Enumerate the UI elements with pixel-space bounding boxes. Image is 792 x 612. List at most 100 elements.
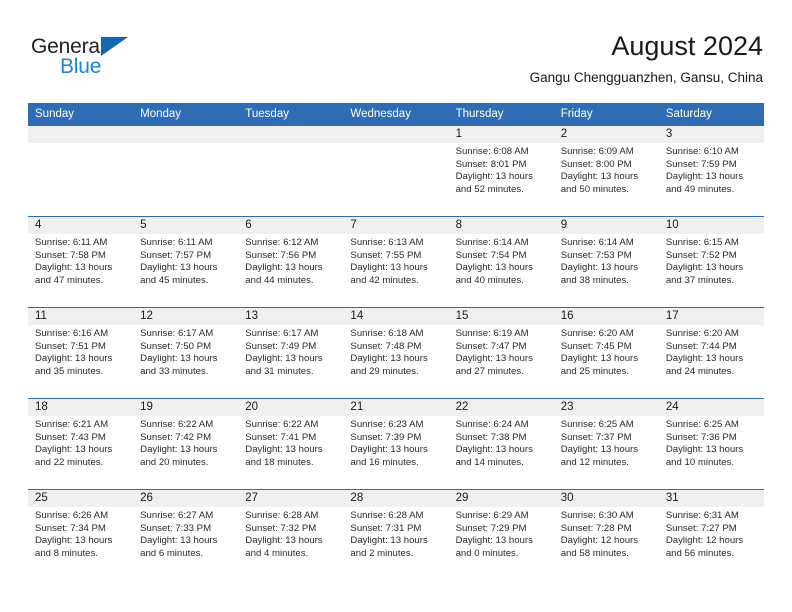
calendar-week-row: 18 Sunrise: 6:21 AM Sunset: 7:43 PM Dayligh…: [28, 398, 764, 490]
day-number: 4: [28, 217, 134, 234]
sunrise-text: Sunrise: 6:30 AM: [560, 510, 634, 521]
day-number: [133, 126, 239, 143]
daylight-text-line1: Daylight: 13 hours: [350, 262, 428, 274]
day-info: Sunrise: 6:25 AM Sunset: 7:37 PM Daylight:…: [554, 416, 659, 469]
day-info: Sunrise: 6:14 AM Sunset: 7:53 PM Daylight:…: [554, 234, 659, 287]
day-number: 1: [448, 126, 554, 143]
daylight-text-line2: and 22 minutes.: [35, 456, 104, 468]
calendar-day-cell[interactable]: 12 Sunrise: 6:17 AM Sunset: 7:50 PM Dayligh…: [133, 307, 239, 399]
calendar-day-cell[interactable]: [343, 126, 449, 217]
calendar-day-cell[interactable]: 18 Sunrise: 6:21 AM Sunset: 7:43 PM Dayligh…: [28, 398, 134, 490]
calendar-week-row: 4 Sunrise: 6:11 AM Sunset: 7:58 PM Daylight…: [28, 216, 764, 308]
sunrise-text: Sunrise: 6:31 AM: [665, 510, 739, 521]
daylight-text-line1: Daylight: 13 hours: [665, 262, 744, 274]
day-info: Sunrise: 6:10 AM Sunset: 7:59 PM Daylight:…: [659, 143, 764, 196]
calendar-day-cell[interactable]: 16 Sunrise: 6:20 AM Sunset: 7:45 PM Dayligh…: [553, 307, 659, 399]
sunrise-text: Sunrise: 6:17 AM: [140, 328, 214, 339]
calendar-day-cell[interactable]: 30 Sunrise: 6:30 AM Sunset: 7:28 PM Dayligh…: [553, 489, 659, 580]
calendar-day-cell[interactable]: 5 Sunrise: 6:11 AM Sunset: 7:57 PM Daylight…: [133, 216, 239, 308]
sunset-text: Sunset: 7:56 PM: [245, 249, 317, 261]
day-info: Sunrise: 6:22 AM Sunset: 7:42 PM Daylight:…: [133, 416, 238, 469]
daylight-text-line1: Daylight: 13 hours: [455, 353, 533, 365]
calendar-day-cell[interactable]: 24 Sunrise: 6:25 AM Sunset: 7:36 PM Dayligh…: [658, 398, 764, 490]
calendar-day-cell[interactable]: 22 Sunrise: 6:24 AM Sunset: 7:38 PM Dayligh…: [448, 398, 554, 490]
calendar-week-row: 11 Sunrise: 6:16 AM Sunset: 7:51 PM Dayligh…: [28, 307, 764, 399]
day-cell-25: 25 Sunrise: 6:26 AM Sunset: 7:34 PM Dayligh…: [28, 490, 134, 579]
calendar-day-cell[interactable]: 11 Sunrise: 6:16 AM Sunset: 7:51 PM Dayligh…: [28, 307, 134, 399]
sunrise-text: Sunrise: 6:24 AM: [455, 419, 529, 430]
daylight-text-line2: and 33 minutes.: [140, 365, 209, 377]
daylight-text-line1: Daylight: 13 hours: [560, 262, 639, 274]
calendar-day-cell[interactable]: 31 Sunrise: 6:31 AM Sunset: 7:27 PM Dayligh…: [658, 489, 764, 580]
sunset-text: Sunset: 8:01 PM: [455, 158, 527, 170]
brand-logo[interactable]: General Blue: [31, 36, 231, 84]
day-cell-9: 9 Sunrise: 6:14 AM Sunset: 7:53 PM Daylight…: [553, 217, 659, 306]
daylight-text-line2: and 10 minutes.: [665, 456, 735, 468]
calendar-day-cell[interactable]: 1 Sunrise: 6:08 AM Sunset: 8:01 PM Daylight…: [448, 126, 554, 217]
daylight-text-line1: Daylight: 13 hours: [245, 353, 323, 365]
daylight-text-line1: Daylight: 13 hours: [245, 535, 323, 547]
day-number: 10: [658, 217, 764, 234]
calendar-day-cell[interactable]: 26 Sunrise: 6:27 AM Sunset: 7:33 PM Dayligh…: [133, 489, 239, 580]
calendar-day-cell[interactable]: 6 Sunrise: 6:12 AM Sunset: 7:56 PM Daylight…: [238, 216, 344, 308]
triangle-icon: [101, 37, 128, 56]
day-info: Sunrise: 6:21 AM Sunset: 7:43 PM Daylight:…: [28, 416, 133, 469]
day-number: 27: [238, 490, 344, 507]
calendar-day-cell[interactable]: 29 Sunrise: 6:29 AM Sunset: 7:29 PM Dayligh…: [448, 489, 554, 580]
calendar-day-cell[interactable]: 25 Sunrise: 6:26 AM Sunset: 7:34 PM Dayligh…: [28, 489, 134, 580]
day-info: Sunrise: 6:11 AM Sunset: 7:58 PM Daylight:…: [28, 234, 133, 287]
day-number: 21: [343, 399, 449, 416]
day-number: 12: [133, 308, 239, 325]
day-info: Sunrise: 6:18 AM Sunset: 7:48 PM Daylight:…: [343, 325, 448, 378]
calendar-day-cell[interactable]: 10 Sunrise: 6:15 AM Sunset: 7:52 PM Dayligh…: [658, 216, 764, 308]
daylight-text-line2: and 50 minutes.: [560, 183, 629, 195]
calendar-day-cell[interactable]: 3 Sunrise: 6:10 AM Sunset: 7:59 PM Daylight…: [658, 126, 764, 217]
calendar-day-cell[interactable]: 8 Sunrise: 6:14 AM Sunset: 7:54 PM Daylight…: [448, 216, 554, 308]
calendar-day-cell[interactable]: 19 Sunrise: 6:22 AM Sunset: 7:42 PM Dayligh…: [133, 398, 239, 490]
daylight-text-line2: and 52 minutes.: [455, 183, 524, 195]
day-number: 26: [133, 490, 239, 507]
day-cell-8: 8 Sunrise: 6:14 AM Sunset: 7:54 PM Daylight…: [448, 217, 554, 306]
day-cell-17: 17 Sunrise: 6:20 AM Sunset: 7:44 PM Dayligh…: [658, 308, 764, 397]
day-number: 6: [238, 217, 344, 234]
weekday-header-monday: Monday: [133, 103, 239, 126]
calendar-day-cell[interactable]: 20 Sunrise: 6:22 AM Sunset: 7:41 PM Dayligh…: [238, 398, 344, 490]
calendar-day-cell[interactable]: [133, 126, 239, 217]
calendar-day-cell[interactable]: 23 Sunrise: 6:25 AM Sunset: 7:37 PM Dayligh…: [553, 398, 659, 490]
daylight-text-line2: and 47 minutes.: [35, 274, 104, 286]
day-number: 9: [553, 217, 659, 234]
day-cell-18: 18 Sunrise: 6:21 AM Sunset: 7:43 PM Dayligh…: [28, 399, 134, 488]
calendar-day-cell[interactable]: 2 Sunrise: 6:09 AM Sunset: 8:00 PM Daylight…: [553, 126, 659, 217]
day-info: Sunrise: 6:26 AM Sunset: 7:34 PM Daylight:…: [28, 507, 133, 560]
calendar-day-cell[interactable]: 7 Sunrise: 6:13 AM Sunset: 7:55 PM Daylight…: [343, 216, 449, 308]
sunrise-text: Sunrise: 6:14 AM: [455, 237, 529, 248]
day-cell-empty: [133, 126, 239, 215]
calendar-day-cell[interactable]: 28 Sunrise: 6:28 AM Sunset: 7:31 PM Dayligh…: [343, 489, 449, 580]
calendar-day-cell[interactable]: [28, 126, 134, 217]
day-number: 23: [553, 399, 659, 416]
sunset-text: Sunset: 7:37 PM: [560, 431, 632, 443]
calendar-day-cell[interactable]: 4 Sunrise: 6:11 AM Sunset: 7:58 PM Daylight…: [28, 216, 134, 308]
day-cell-10: 10 Sunrise: 6:15 AM Sunset: 7:52 PM Dayligh…: [658, 217, 764, 306]
calendar-day-cell[interactable]: 17 Sunrise: 6:20 AM Sunset: 7:44 PM Dayligh…: [658, 307, 764, 399]
day-cell-15: 15 Sunrise: 6:19 AM Sunset: 7:47 PM Dayligh…: [448, 308, 554, 397]
calendar-day-cell[interactable]: 9 Sunrise: 6:14 AM Sunset: 7:53 PM Daylight…: [553, 216, 659, 308]
day-info: Sunrise: 6:09 AM Sunset: 8:00 PM Daylight:…: [554, 143, 659, 196]
day-cell-16: 16 Sunrise: 6:20 AM Sunset: 7:45 PM Dayligh…: [553, 308, 659, 397]
calendar-body: 1 Sunrise: 6:08 AM Sunset: 8:01 PM Daylight…: [28, 126, 764, 580]
day-info: Sunrise: 6:24 AM Sunset: 7:38 PM Daylight:…: [449, 416, 554, 469]
calendar-day-cell[interactable]: 13 Sunrise: 6:17 AM Sunset: 7:49 PM Dayligh…: [238, 307, 344, 399]
calendar-day-cell[interactable]: [238, 126, 344, 217]
weekday-header-thursday: Thursday: [448, 103, 554, 126]
sunset-text: Sunset: 7:34 PM: [35, 522, 106, 534]
sunset-text: Sunset: 7:58 PM: [35, 249, 106, 261]
day-cell-21: 21 Sunrise: 6:23 AM Sunset: 7:39 PM Dayligh…: [343, 399, 449, 488]
sunrise-text: Sunrise: 6:11 AM: [140, 237, 213, 248]
calendar-day-cell[interactable]: 27 Sunrise: 6:28 AM Sunset: 7:32 PM Dayligh…: [238, 489, 344, 580]
daylight-text-line2: and 56 minutes.: [665, 547, 735, 559]
sunrise-text: Sunrise: 6:23 AM: [350, 419, 424, 430]
calendar-day-cell[interactable]: 21 Sunrise: 6:23 AM Sunset: 7:39 PM Dayligh…: [343, 398, 449, 490]
daylight-text-line1: Daylight: 13 hours: [140, 535, 218, 547]
calendar-day-cell[interactable]: 14 Sunrise: 6:18 AM Sunset: 7:48 PM Dayligh…: [343, 307, 449, 399]
calendar-day-cell[interactable]: 15 Sunrise: 6:19 AM Sunset: 7:47 PM Dayligh…: [448, 307, 554, 399]
